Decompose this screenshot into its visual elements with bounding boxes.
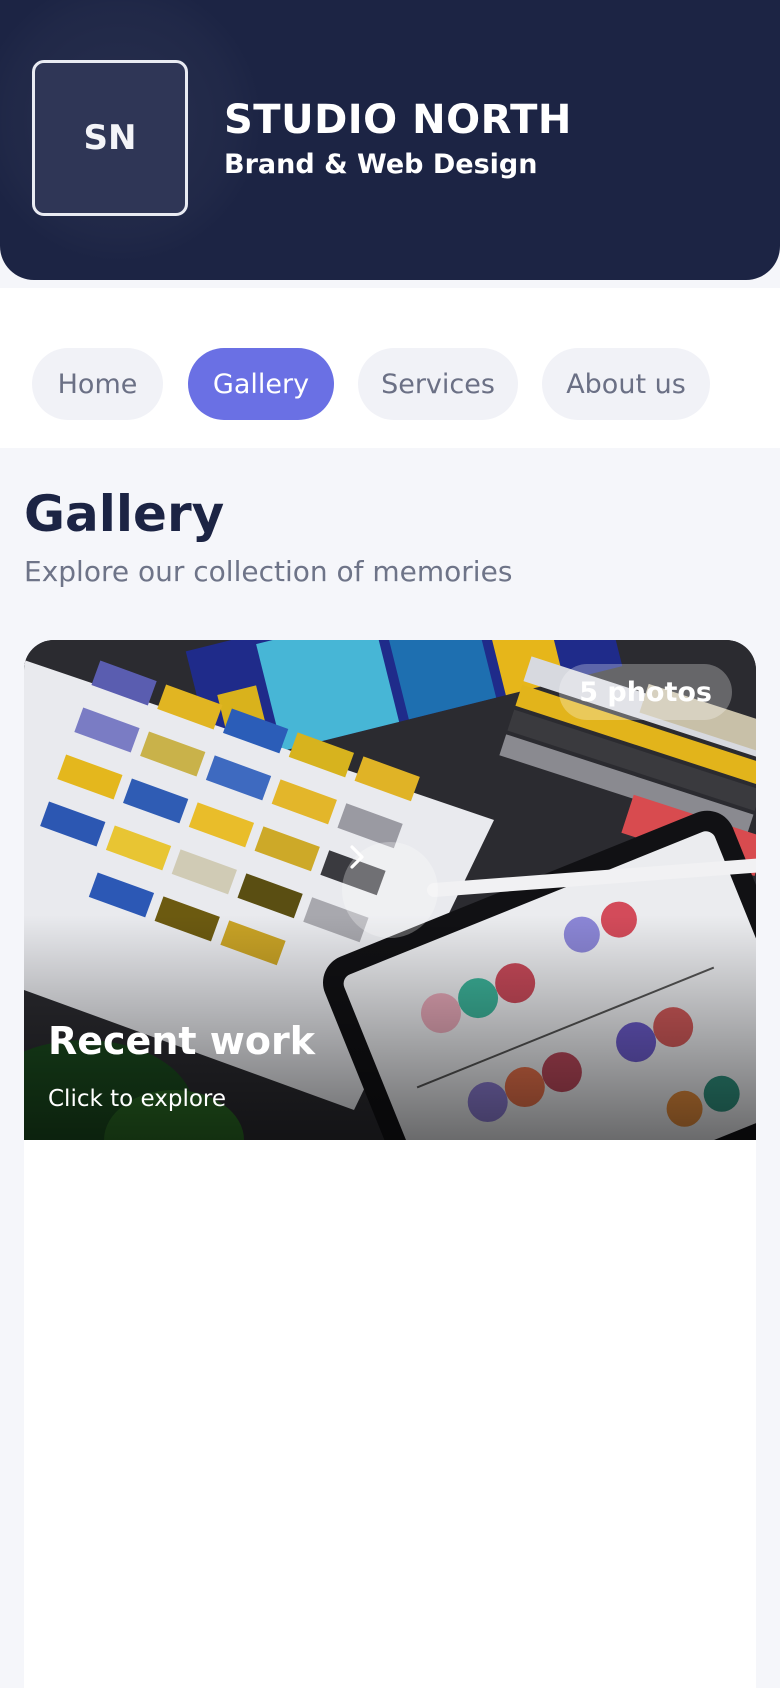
album-card[interactable]: 5 photos Recent work Click to explore <box>24 640 756 1688</box>
page-subtitle: Explore our collection of memories <box>24 555 513 588</box>
photo-count-label: 5 photos <box>579 676 712 708</box>
app-header: SN STUDIO NORTH Brand & Web Design <box>0 0 780 280</box>
nav-home-label: Home <box>57 368 138 400</box>
album-cover-image[interactable]: 5 photos Recent work Click to explore <box>24 640 756 1140</box>
nav-gallery[interactable]: Gallery <box>188 348 334 420</box>
nav-services[interactable]: Services <box>358 348 518 420</box>
next-photo-button[interactable] <box>342 842 438 938</box>
main-nav: Home Gallery Services About us <box>0 288 780 448</box>
chevron-right-icon <box>350 845 364 869</box>
logo-initials: SN <box>83 118 137 158</box>
nav-gallery-label: Gallery <box>212 368 310 400</box>
album-title: Recent work <box>48 1019 316 1063</box>
nav-services-label: Services <box>381 368 495 400</box>
brand-logo: SN <box>32 60 188 216</box>
nav-about-us-label: About us <box>566 368 686 400</box>
photo-count-badge: 5 photos <box>559 664 732 720</box>
brand-name: STUDIO NORTH <box>224 97 572 143</box>
brand-tagline: Brand & Web Design <box>224 149 538 180</box>
nav-about-us[interactable]: About us <box>542 348 710 420</box>
nav-home[interactable]: Home <box>32 348 163 420</box>
album-subtitle: Click to explore <box>48 1086 227 1112</box>
page-title: Gallery <box>24 485 225 543</box>
